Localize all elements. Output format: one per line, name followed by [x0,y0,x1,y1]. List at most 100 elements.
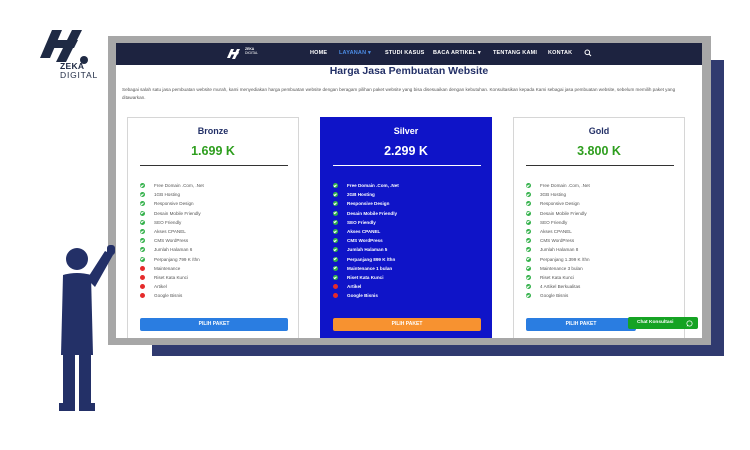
feature-item: Perpanjang 899 K /thn [333,255,488,264]
feature-text: CMS WordPress [540,238,575,244]
feature-item: Maintenance 1 bulan [333,264,488,273]
feature-list: Free Domain .Com, .Net 1GB Hosting Respons… [140,181,295,300]
feature-item: Maintenance [140,264,295,273]
pricing-card-bronze: Bronze 1.699 K Free Domain .Com, .Net 1GB… [127,117,299,338]
nav-layanan[interactable]: LAYANAN ▾ [339,50,371,56]
feature-text: Desain Mobile Friendly [540,210,587,216]
check-icon [526,219,531,225]
feature-item: CMS WordPress [526,236,681,245]
site-navbar: ZEKA DIGITAL HOME LAYANAN ▾ STUDI KASUS … [116,43,702,65]
feature-item: Riset Kata Kunci [333,273,488,282]
check-icon [526,293,531,299]
feature-text: Akses CPANEL [347,228,381,234]
plan-name: Silver [393,126,419,136]
check-icon [333,183,338,189]
plan-name: Gold [588,126,610,136]
cross-icon [333,284,338,290]
check-icon [526,265,531,271]
feature-item: Artikel [333,282,488,291]
check-icon [140,210,145,216]
chat-consultation-button[interactable]: Chat Konsultasi [628,317,698,329]
feature-text: Responsive Design [154,201,194,207]
feature-text: Google Bisnis [540,293,569,299]
feature-text: Free Domain .Com, .Net [347,183,399,188]
choose-plan-button[interactable]: PILIH PAKET [140,318,288,331]
nav-studi-kasus[interactable]: STUDI KASUS [385,50,424,56]
feature-item: Riset Kata Kunci [526,273,681,282]
plan-price: 3.800 K [577,144,621,158]
site-logo-text: ZEKA DIGITAL [245,47,258,55]
feature-text: Artikel [154,284,167,290]
nav-home[interactable]: HOME [310,50,327,56]
check-icon [526,229,531,235]
feature-text: Jumlah Halaman 8 [540,247,579,253]
search-icon[interactable] [583,48,593,58]
feature-item: CMS WordPress [333,236,488,245]
feature-item: Google Bisnis [333,291,488,300]
feature-text: SEO Friendly [347,219,376,225]
check-icon [333,192,338,198]
feature-item: Google Bisnis [140,291,295,300]
cross-icon [140,265,145,271]
feature-item: Jumlah Halaman 5 [333,245,488,254]
choose-plan-button[interactable]: PILIH PAKET [526,318,636,331]
feature-item: Free Domain .Com, .Net [333,181,488,190]
whatsapp-icon [686,319,693,327]
feature-item: Riset Kata Kunci [140,273,295,282]
check-icon [526,238,531,244]
check-icon [140,229,145,235]
plan-name: Bronze [197,126,229,136]
check-icon [333,201,338,207]
feature-item: 2GB Hosting [333,190,488,199]
cross-icon [140,274,145,280]
brand-logo-text: ZEKA DIGITAL [60,62,98,80]
divider [140,165,288,166]
feature-item: Responsive Design [140,199,295,208]
check-icon [526,183,531,189]
feature-item: Responsive Design [333,199,488,208]
nav-baca-artikel[interactable]: BACA ARTIKEL ▾ [433,50,481,56]
feature-text: Perpanjang 899 K /thn [347,256,396,262]
feature-text: SEO Friendly [154,219,182,225]
nav-tentang-kami[interactable]: TENTANG KAMI [493,50,537,56]
feature-item: Perpanjang 1.399 K /thn [526,255,681,264]
feature-item: Akses CPANEL [526,227,681,236]
cross-icon [333,293,338,299]
feature-text: Riset Kata Kunci [347,274,384,280]
feature-item: Artikel [140,282,295,291]
divider [333,165,481,166]
feature-text: Jumlah Halaman 6 [154,247,193,253]
check-icon [526,201,531,207]
website-screenshot: ZEKA DIGITAL HOME LAYANAN ▾ STUDI KASUS … [116,43,702,338]
feature-item: Free Domain .Com, .Net [526,181,681,190]
check-icon [526,256,531,262]
check-icon [526,274,531,280]
choose-plan-button[interactable]: PILIH PAKET [333,318,481,331]
check-icon [140,183,145,189]
feature-text: Jumlah Halaman 5 [347,247,388,253]
feature-text: Free Domain .Com, .Net [540,183,590,188]
check-icon [140,192,145,198]
feature-text: SEO Friendly [540,219,568,225]
feature-text: Artikel [347,284,362,290]
check-icon [140,201,145,207]
check-icon [333,210,338,216]
feature-item: Google Bisnis [526,291,681,300]
feature-item: Akses CPANEL [333,227,488,236]
feature-text: 4 Artikel Berkualitas [540,284,581,290]
divider [526,165,674,166]
check-icon [333,247,338,253]
nav-kontak[interactable]: KONTAK [548,50,572,56]
feature-text: Perpanjang 1.399 K /thn [540,256,590,262]
feature-text: Responsive Design [540,201,580,207]
check-icon [333,229,338,235]
check-icon [333,274,338,280]
feature-text: CMS WordPress [347,238,383,244]
intro-paragraph: Sebagai salah satu jasa pembuatan websit… [122,87,676,100]
feature-item: Jumlah Halaman 8 [526,245,681,254]
feature-text: 2GB Hosting [347,192,375,198]
feature-text: Riset Kata Kunci [540,274,574,280]
brand-subname: DIGITAL [60,70,99,80]
feature-item: Maintenance 3 bulan [526,264,681,273]
feature-item: 3GB Hosting [526,190,681,199]
